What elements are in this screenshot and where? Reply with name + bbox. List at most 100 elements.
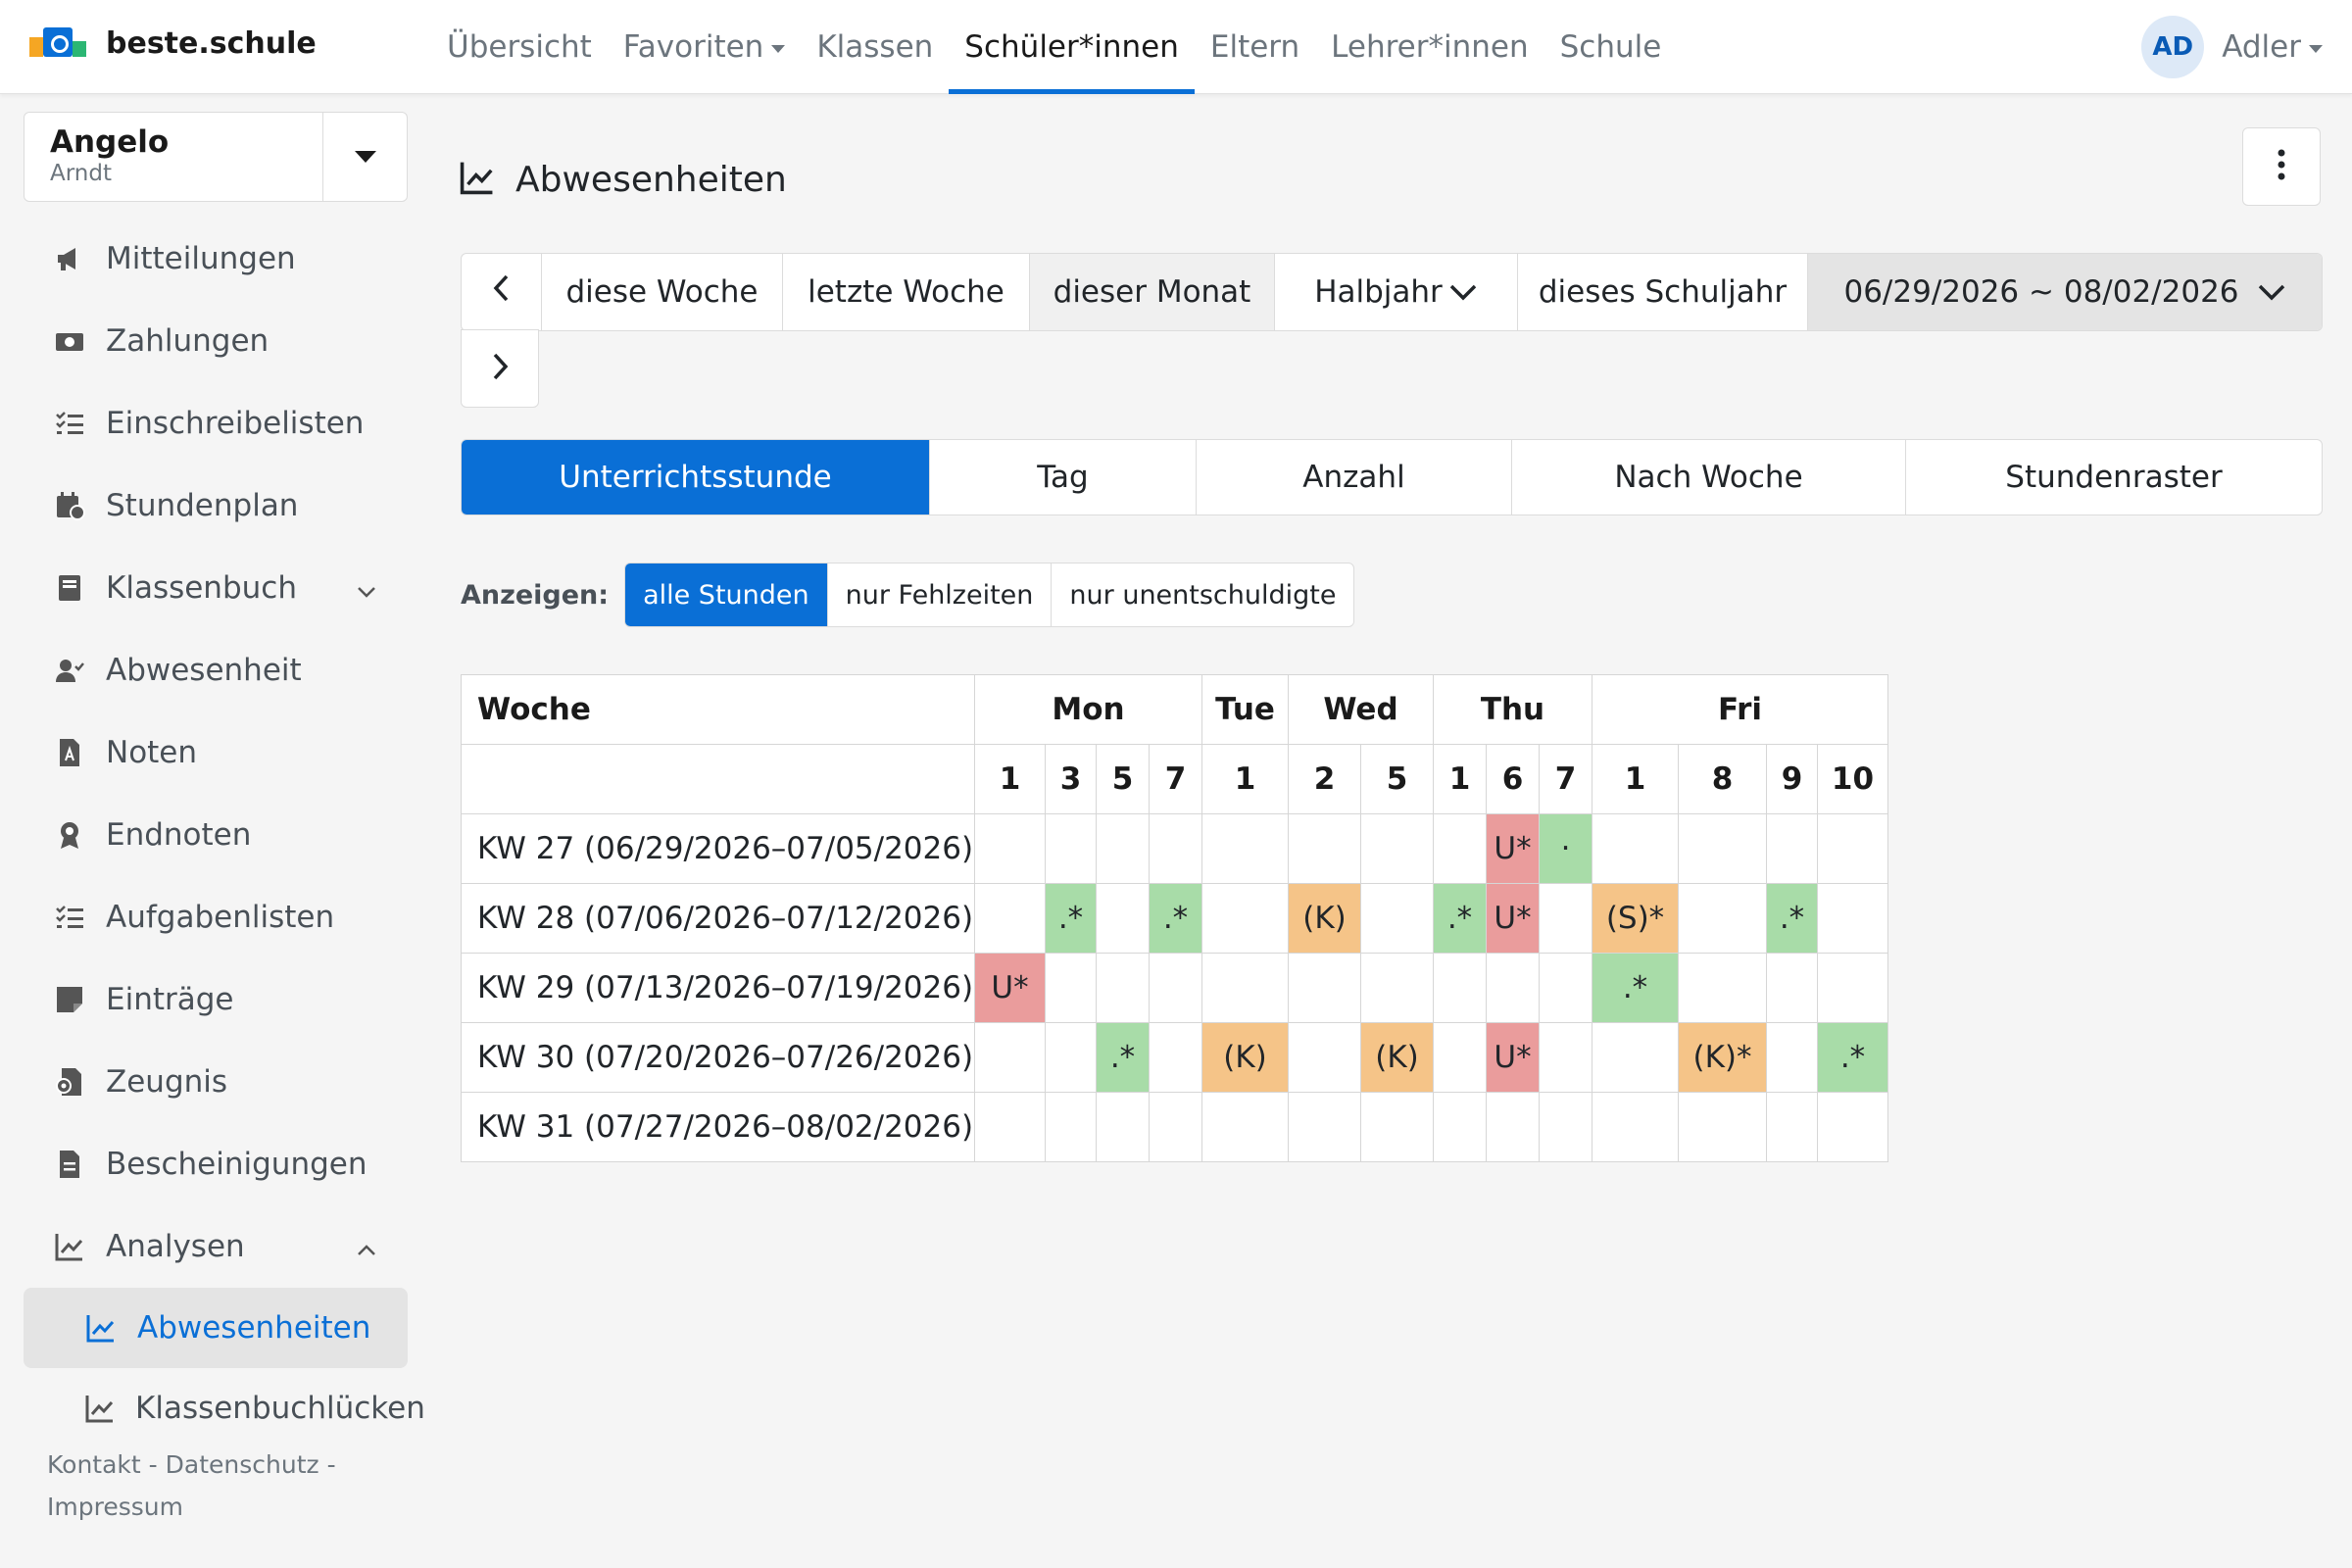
absence-cell[interactable]: .* (1149, 883, 1202, 954)
sidebar-item-zahlungen[interactable]: Zahlungen (24, 300, 408, 382)
user-menu[interactable]: AD Adler (2141, 16, 2323, 78)
chevron-down-icon (1448, 274, 1478, 310)
display-filter: Anzeigen: alle Stunden nur Fehlzeiten nu… (461, 563, 1355, 627)
filter-nur-fehlzeiten[interactable]: nur Fehlzeiten (828, 564, 1053, 626)
date-range-picker[interactable]: 06/29/2026 ~ 08/02/2026 (1808, 254, 2322, 330)
range-dieses-schuljahr[interactable]: dieses Schuljahr (1518, 254, 1808, 330)
range-diese-woche[interactable]: diese Woche (542, 254, 783, 330)
checklist-icon (53, 407, 86, 440)
sidebar-item-endnoten[interactable]: Endnoten (24, 794, 408, 876)
empty-cell (1201, 813, 1289, 884)
footer-link-datenschutz[interactable]: Datenschutz (166, 1450, 319, 1479)
nav-item-eltern[interactable]: Eltern (1195, 0, 1315, 94)
absence-cell[interactable]: (K) (1288, 883, 1361, 954)
document-icon (53, 1148, 86, 1181)
absence-cell[interactable]: (K)* (1678, 1022, 1767, 1093)
column-header-woche: Woche (461, 674, 975, 745)
tab-nach-woche[interactable]: Nach Woche (1512, 440, 1906, 514)
range-halbjahr-dropdown[interactable]: Halbjahr (1275, 254, 1518, 330)
calendar-clock-icon (53, 489, 86, 522)
megaphone-icon (53, 242, 86, 275)
week-label: KW 29 (07/13/2026–07/19/2026) (461, 953, 975, 1023)
nav-item-klassen[interactable]: Klassen (801, 0, 949, 94)
sidebar-footer: Kontakt - Datenschutz - Impressum (47, 1445, 370, 1528)
nav-item-schuelerinnen[interactable]: Schüler*innen (949, 0, 1195, 94)
nav-item-lehrerinnen[interactable]: Lehrer*innen (1315, 0, 1544, 94)
period-header: 8 (1678, 744, 1767, 814)
chevron-down-icon[interactable] (355, 576, 378, 612)
table-header-periods: 1 3 5 7 1 2 5 1 6 7 1 8 9 10 (461, 744, 1888, 814)
sidebar-item-eintraege[interactable]: Einträge (24, 958, 408, 1041)
student-name-block: Angelo Arndt (24, 113, 322, 201)
absence-cell[interactable]: .* (1592, 953, 1679, 1023)
empty-cell (1096, 1092, 1150, 1162)
absence-cell[interactable]: U* (1486, 883, 1540, 954)
main-nav: Übersicht Favoriten Klassen Schüler*inne… (431, 0, 1677, 94)
day-header: Tue (1201, 674, 1289, 745)
tab-unterrichtsstunde[interactable]: Unterrichtsstunde (462, 440, 930, 514)
sidebar-item-aufgabenlisten[interactable]: Aufgabenlisten (24, 876, 408, 958)
absence-cell[interactable]: .* (1766, 883, 1818, 954)
student-selector[interactable]: Angelo Arndt (24, 112, 408, 202)
empty-cell (1539, 883, 1592, 954)
empty-cell (1539, 953, 1592, 1023)
footer-link-kontakt[interactable]: Kontakt (47, 1450, 141, 1479)
empty-cell (1539, 1092, 1592, 1162)
sidebar-item-analysen[interactable]: Analysen (24, 1205, 408, 1288)
absence-cell[interactable]: U* (974, 953, 1046, 1023)
filter-nur-unentschuldigte[interactable]: nur unentschuldigte (1052, 564, 1353, 626)
absence-cell[interactable]: (K) (1360, 1022, 1434, 1093)
absence-cell[interactable]: (S)* (1592, 883, 1679, 954)
sidebar-item-abwesenheit[interactable]: Abwesenheit (24, 629, 408, 711)
absence-cell[interactable]: · (1539, 813, 1592, 884)
empty-cell (1201, 1092, 1289, 1162)
tab-anzahl[interactable]: Anzahl (1197, 440, 1512, 514)
prev-period-button[interactable] (462, 254, 542, 330)
filter-alle-stunden[interactable]: alle Stunden (625, 564, 828, 626)
absence-cell[interactable]: .* (1433, 883, 1487, 954)
empty-cell (1486, 953, 1540, 1023)
range-letzte-woche[interactable]: letzte Woche (783, 254, 1030, 330)
chart-line-icon (53, 1230, 86, 1263)
sidebar-item-zeugnis[interactable]: Zeugnis (24, 1041, 408, 1123)
sidebar-subitem-abwesenheiten[interactable]: Abwesenheiten (24, 1288, 408, 1368)
empty-cell (1149, 813, 1202, 884)
sidebar-subitem-klassenbuchluecken[interactable]: Klassenbuchlücken (24, 1368, 425, 1448)
range-dieser-monat[interactable]: dieser Monat (1030, 254, 1275, 330)
student-last-name: Arndt (50, 161, 112, 187)
sidebar-item-bescheinigungen[interactable]: Bescheinigungen (24, 1123, 408, 1205)
nav-item-favoriten[interactable]: Favoriten (608, 0, 802, 94)
sidebar-item-noten[interactable]: Noten (24, 711, 408, 794)
sidebar-item-klassenbuch[interactable]: Klassenbuch (24, 547, 408, 629)
absence-cell[interactable]: (K) (1201, 1022, 1289, 1093)
next-period-button[interactable] (461, 329, 539, 408)
absence-cell[interactable]: .* (1045, 883, 1097, 954)
absence-cell[interactable]: U* (1486, 813, 1540, 884)
empty-cell (1817, 1092, 1888, 1162)
tab-stundenraster[interactable]: Stundenraster (1906, 440, 2322, 514)
nav-item-uebersicht[interactable]: Übersicht (431, 0, 608, 94)
empty-cell (1288, 953, 1361, 1023)
absence-cell[interactable]: .* (1096, 1022, 1150, 1093)
sidebar-item-mitteilungen[interactable]: Mitteilungen (24, 218, 408, 300)
empty-cell (974, 1092, 1046, 1162)
kebab-menu-icon (2276, 148, 2287, 185)
student-dropdown-toggle[interactable] (322, 113, 407, 201)
brand-link[interactable]: beste.schule (29, 24, 317, 63)
footer-link-impressum[interactable]: Impressum (47, 1493, 183, 1521)
empty-cell (1433, 1092, 1487, 1162)
sidebar-item-stundenplan[interactable]: Stundenplan (24, 465, 408, 547)
sidebar-item-einschreibelisten[interactable]: Einschreibelisten (24, 382, 408, 465)
chevron-up-icon[interactable] (355, 1235, 378, 1270)
more-options-button[interactable] (2242, 127, 2321, 206)
empty-cell (1766, 953, 1818, 1023)
absence-cell[interactable]: U* (1486, 1022, 1540, 1093)
chevron-down-icon (2257, 274, 2286, 310)
nav-item-schule[interactable]: Schule (1544, 0, 1678, 94)
tab-tag[interactable]: Tag (930, 440, 1197, 514)
absence-cell[interactable]: .* (1817, 1022, 1888, 1093)
table-header-days: Woche Mon Tue Wed Thu Fri (461, 674, 1888, 745)
money-icon (53, 324, 86, 358)
table-row: KW 29 (07/13/2026–07/19/2026) U* .* (461, 953, 1888, 1023)
checklist-icon (53, 901, 86, 934)
